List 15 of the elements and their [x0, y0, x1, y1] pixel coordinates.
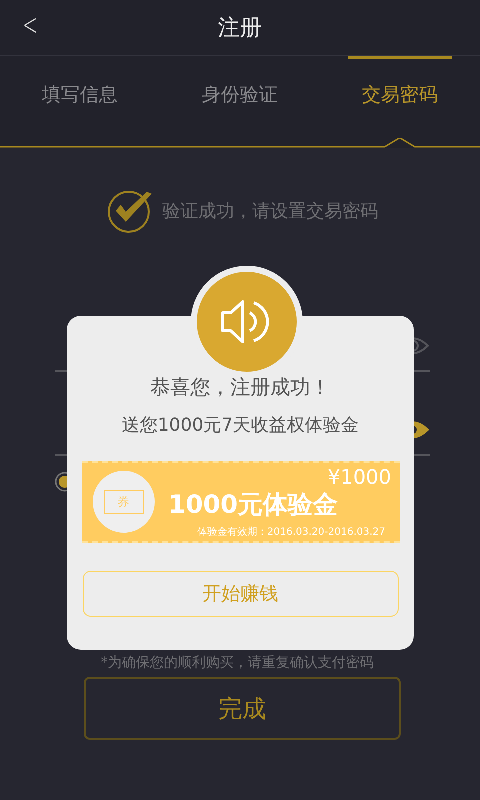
- done-button[interactable]: 完成: [84, 677, 401, 740]
- status-message: 验证成功，请设置交易密码: [162, 200, 378, 223]
- dialog-title: 恭喜您，注册成功！: [150, 374, 330, 401]
- check-icon: [106, 188, 154, 234]
- coupon-title: 1000元体验金: [168, 488, 338, 520]
- back-button[interactable]: <: [22, 8, 38, 47]
- page-title: 注册: [217, 14, 263, 42]
- coupon-amount: ¥1000: [328, 465, 392, 489]
- dialog-subtitle: 送您1000元7天收益权体验金: [122, 414, 360, 437]
- step-tab[interactable]: 身份验证: [160, 59, 320, 138]
- step-tab[interactable]: 交易密码: [320, 59, 480, 138]
- ticket-icon: 券: [104, 490, 144, 514]
- coupon-validity: 体验金有效期：2016.03.20-2016.03.27: [197, 526, 386, 539]
- note-text: *为确保您的顺利购买，请重复确认支付密码: [100, 654, 375, 672]
- step-tab[interactable]: 填写信息: [0, 59, 160, 138]
